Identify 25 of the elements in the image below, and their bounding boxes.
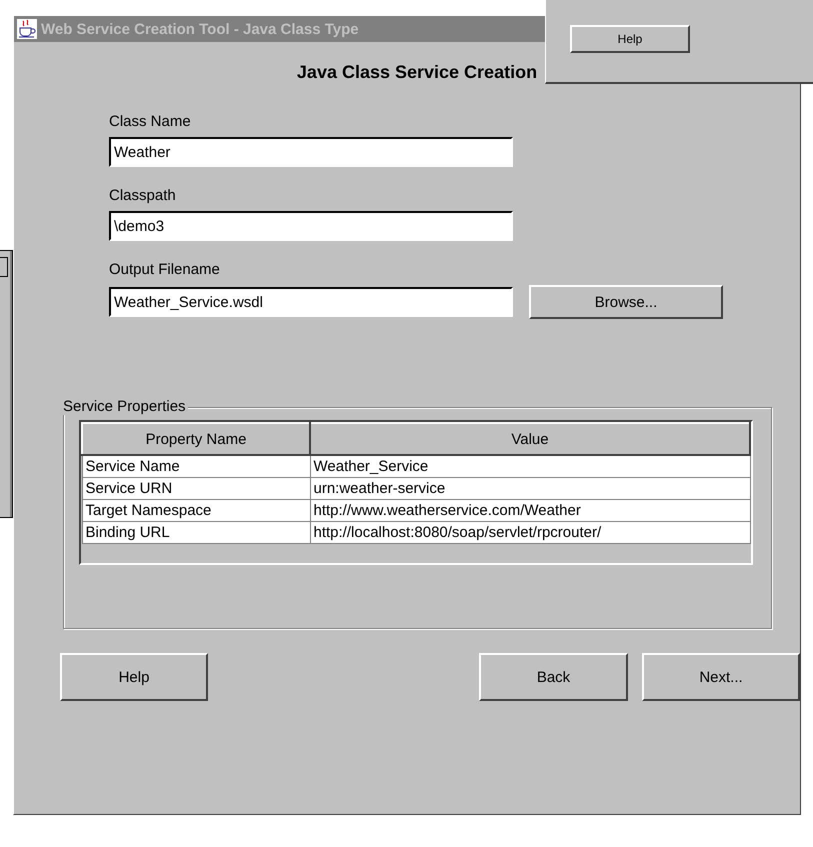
text-field[interactable]: \demo3 bbox=[109, 211, 513, 241]
table-cell: Weather_Service bbox=[310, 455, 750, 478]
text-field[interactable]: Weather_Service.wsdl bbox=[109, 287, 513, 317]
back-button[interactable]: Back bbox=[479, 653, 628, 701]
field-label: Output Filename bbox=[109, 261, 220, 278]
table-cell: http://www.weatherservice.com/Weather bbox=[310, 500, 750, 522]
table-cell: Service Name bbox=[82, 455, 310, 478]
table-cell: urn:weather-service bbox=[310, 478, 750, 500]
coffee-cup-icon bbox=[17, 19, 37, 39]
text-field[interactable]: Weather bbox=[109, 137, 513, 167]
next-button[interactable]: Next... bbox=[642, 653, 800, 701]
help-button[interactable]: Help bbox=[60, 653, 208, 701]
table-cell: Binding URL bbox=[82, 522, 310, 544]
table-cell: http://localhost:8080/soap/servlet/rpcrouter/ bbox=[310, 522, 750, 544]
help-button[interactable]: Help bbox=[570, 25, 690, 53]
table-cell: Service URN bbox=[82, 478, 310, 500]
window-title: Web Service Creation Tool - Java Class Type bbox=[41, 20, 359, 38]
column-header[interactable]: Property Name bbox=[82, 423, 310, 455]
table-cell: Target Namespace bbox=[82, 500, 310, 522]
browse-button[interactable]: Browse... bbox=[529, 285, 723, 319]
group-title: Service Properties bbox=[63, 398, 188, 415]
field-label: Classpath bbox=[109, 187, 176, 204]
dialog-heading: Java Class Service Creation bbox=[296, 62, 538, 83]
field-label: Class Name bbox=[109, 113, 191, 130]
column-header[interactable]: Value bbox=[310, 423, 750, 455]
